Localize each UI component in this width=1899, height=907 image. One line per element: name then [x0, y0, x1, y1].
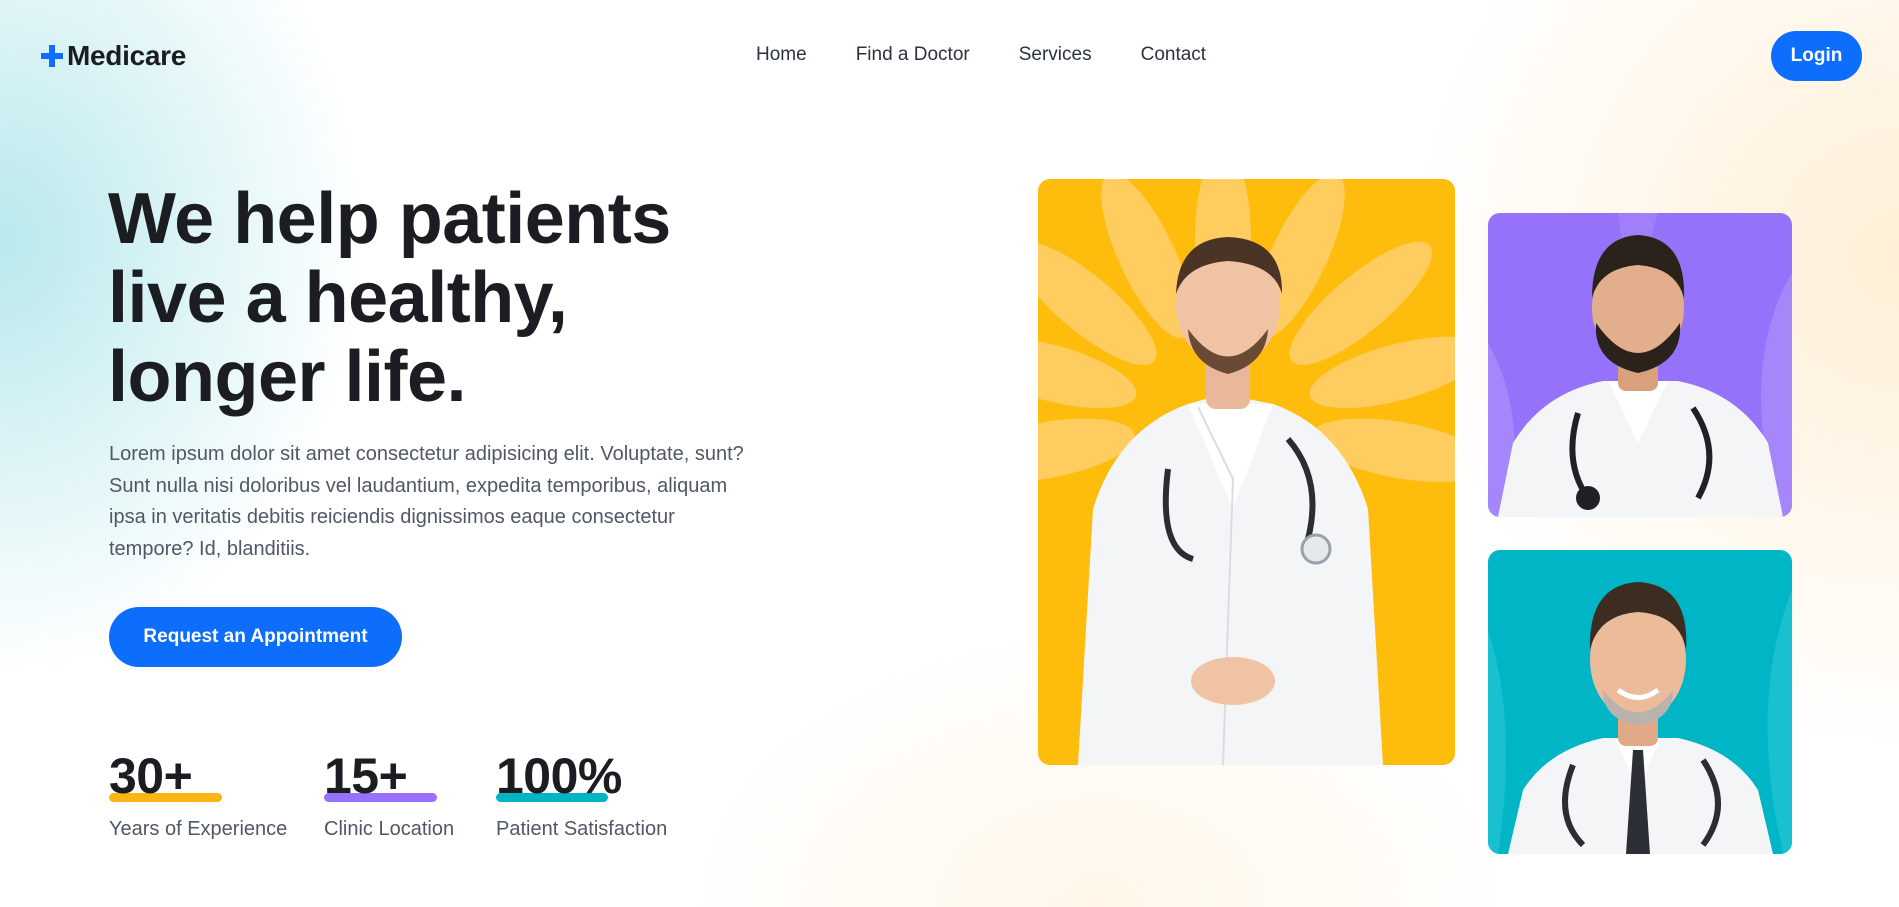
- main-nav: Home Find a Doctor Services Contact: [756, 44, 1206, 66]
- nav-item-home[interactable]: Home: [756, 44, 807, 66]
- stat-label: Years of Experience: [109, 818, 288, 840]
- stat-value-text: 30+: [109, 748, 193, 804]
- stat-years-experience: 30+ Years of Experience: [109, 748, 287, 841]
- hero-title-line: longer life.: [108, 337, 467, 417]
- hero-title-line: live a healthy,: [108, 258, 568, 338]
- nav-item-contact[interactable]: Contact: [1141, 44, 1206, 66]
- stat-value: 100%: [496, 748, 622, 804]
- plus-icon: [41, 45, 63, 67]
- stat-patient-satisfaction: 100% Patient Satisfaction: [496, 748, 667, 841]
- brand-name: Medicare: [67, 40, 186, 71]
- doctor-illustration: [1038, 179, 1455, 765]
- nav-item-find-a-doctor[interactable]: Find a Doctor: [856, 44, 970, 66]
- top-navigation-bar: Medicare Home Find a Doctor Services Con…: [0, 0, 1899, 112]
- doctor-photo-bearded: [1488, 213, 1792, 517]
- hero-title: We help patients live a healthy, longer …: [108, 180, 828, 417]
- doctor-illustration: [1488, 213, 1792, 517]
- stat-label: Clinic Location: [324, 818, 455, 840]
- hero-title-line: We help patients: [108, 179, 671, 259]
- nav-item-services[interactable]: Services: [1019, 44, 1092, 66]
- login-button[interactable]: Login: [1771, 31, 1862, 81]
- hero-description: Lorem ipsum dolor sit amet consectetur a…: [109, 443, 744, 560]
- stat-value: 30+: [109, 748, 222, 804]
- doctor-photo-main: [1038, 179, 1455, 765]
- stat-label: Patient Satisfaction: [496, 818, 668, 840]
- stat-value-text: 15+: [324, 748, 408, 804]
- doctor-illustration: [1488, 550, 1792, 854]
- stat-clinic-location: 15+ Clinic Location: [324, 748, 454, 841]
- request-appointment-button[interactable]: Request an Appointment: [109, 607, 402, 667]
- brand-logo[interactable]: Medicare: [40, 40, 186, 72]
- stat-value-text: 100%: [496, 748, 622, 804]
- doctor-photo-smiling: [1488, 550, 1792, 854]
- stat-value: 15+: [324, 748, 437, 804]
